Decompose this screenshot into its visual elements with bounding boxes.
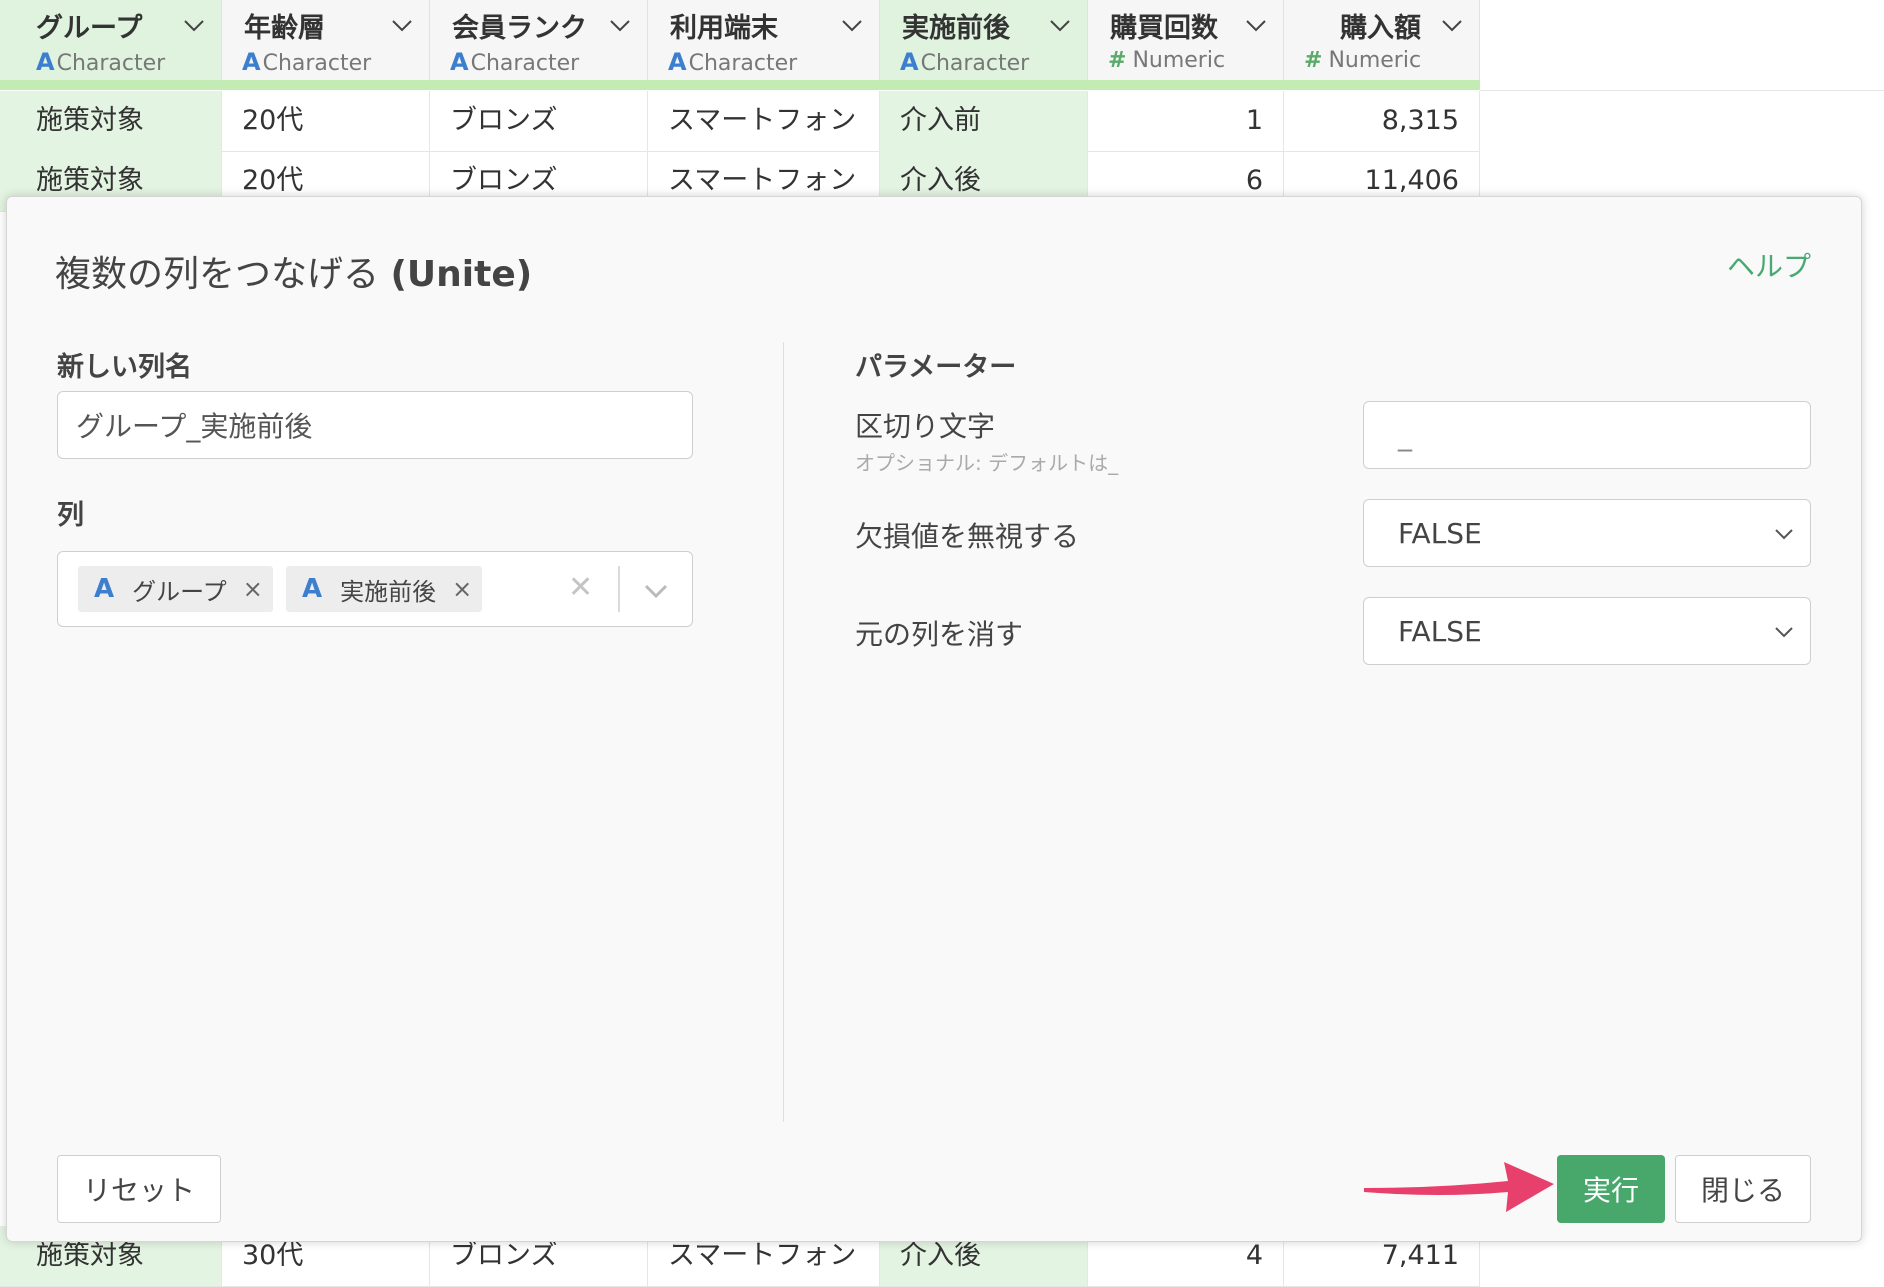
column-header-age[interactable]: 年齢層 ACharacter [222, 0, 430, 80]
column-header-group[interactable]: グループ ACharacter [0, 0, 222, 80]
chevron-down-icon[interactable] [389, 12, 415, 38]
select-value: FALSE [1398, 516, 1482, 550]
chevron-down-icon[interactable] [1047, 12, 1073, 38]
dialog-title: 複数の列をつなげる (Unite) [55, 245, 532, 297]
select-value: FALSE [1398, 614, 1482, 648]
character-type-icon: A [36, 48, 55, 76]
chevron-down-icon[interactable] [181, 12, 207, 38]
chevron-down-icon [1775, 529, 1793, 540]
separator-label: 区切り文字 [855, 410, 996, 443]
column-name: 実施前後 [902, 13, 1010, 44]
character-type-icon: A [900, 48, 919, 76]
tag-label: グループ [132, 577, 227, 606]
ignore-na-label: 欠損値を無視する [855, 520, 1080, 553]
table-cell[interactable]: 8,315 [1284, 91, 1480, 151]
table-cell[interactable]: ブロンズ [430, 91, 648, 151]
help-link[interactable]: ヘルプ [1727, 245, 1811, 285]
remove-tag-icon[interactable]: × [243, 575, 263, 603]
column-header-purchase-count[interactable]: 購買回数 # Numeric [1088, 0, 1284, 80]
character-type-icon: A [668, 48, 687, 76]
columns-multiselect[interactable]: A グループ × A 実施前後 × ✕ [57, 551, 693, 627]
table-cell[interactable]: 1 [1088, 91, 1284, 151]
parameters-heading: パラメーター [855, 352, 1017, 383]
grid-line [1480, 90, 1884, 91]
table-row[interactable]: 施策対象 20代 ブロンズ スマートフォン 介入前 1 8,315 [0, 91, 1480, 152]
column-header-before-after[interactable]: 実施前後 ACharacter [880, 0, 1088, 80]
table-cell[interactable]: 介入前 [880, 91, 1088, 151]
column-header-rank[interactable]: 会員ランク ACharacter [430, 0, 648, 80]
character-type-icon: A [302, 574, 323, 604]
chevron-down-icon[interactable] [607, 12, 633, 38]
column-type: Character [920, 51, 1030, 76]
separator-hint: オプショナル: デフォルトは_ [855, 451, 1119, 475]
separator-input[interactable]: _ [1363, 401, 1811, 469]
dialog-title-text: 複数の列をつなげる [55, 254, 380, 295]
column-type: Character [688, 51, 798, 76]
chevron-down-icon[interactable] [1243, 12, 1269, 38]
remove-tag-icon[interactable]: × [452, 575, 472, 603]
columns-label: 列 [57, 500, 84, 531]
column-name: 購買回数 [1110, 13, 1218, 44]
run-button[interactable]: 実行 [1557, 1155, 1665, 1223]
tag-label: 実施前後 [340, 577, 437, 606]
column-name: 購入額 [1340, 13, 1421, 44]
column-type: Character [470, 51, 580, 76]
remove-original-label: 元の列を消す [855, 618, 1024, 651]
reset-button[interactable]: リセット [57, 1155, 221, 1223]
new-column-name-input[interactable]: グループ_実施前後 [57, 391, 693, 459]
remove-original-select[interactable]: FALSE [1363, 597, 1811, 665]
column-type: Character [262, 51, 372, 76]
table-cell[interactable]: 施策対象 [0, 91, 222, 151]
table-cell[interactable]: 20代 [222, 91, 430, 151]
dialog-title-suffix: (Unite) [390, 254, 533, 295]
numeric-type-icon: # [1108, 48, 1127, 73]
numeric-type-icon: # [1304, 48, 1323, 73]
selected-column-tag: A 実施前後 × [286, 566, 483, 612]
chevron-down-icon[interactable] [839, 12, 865, 38]
clear-all-icon[interactable]: ✕ [568, 570, 593, 605]
column-type: Character [56, 51, 166, 76]
column-name: 年齢層 [244, 13, 325, 44]
new-column-name-label: 新しい列名 [57, 352, 192, 383]
table-cell[interactable]: スマートフォン [648, 91, 880, 151]
column-header-device[interactable]: 利用端末 ACharacter [648, 0, 880, 80]
character-type-icon: A [94, 574, 115, 604]
chevron-down-icon[interactable] [1439, 12, 1465, 38]
unite-dialog: 複数の列をつなげる (Unite) ヘルプ 新しい列名 グループ_実施前後 列 … [6, 196, 1862, 1242]
column-name: グループ [36, 13, 143, 44]
character-type-icon: A [242, 48, 261, 76]
close-button[interactable]: 閉じる [1675, 1155, 1811, 1223]
multiselect-separator [618, 566, 620, 612]
column-type: Numeric [1328, 48, 1422, 73]
selected-column-tag: A グループ × [78, 566, 273, 612]
column-type: Numeric [1132, 48, 1226, 73]
column-divider [783, 342, 784, 1122]
column-header-purchase-amount[interactable]: 購入額 # Numeric [1284, 0, 1480, 80]
character-type-icon: A [450, 48, 469, 76]
arrow-annotation-icon [1364, 1162, 1554, 1212]
column-name: 利用端末 [670, 13, 778, 44]
ignore-na-select[interactable]: FALSE [1363, 499, 1811, 567]
selected-columns-underline [0, 80, 1480, 90]
chevron-down-icon [1775, 627, 1793, 638]
chevron-down-icon[interactable] [642, 576, 670, 604]
column-name: 会員ランク [452, 13, 587, 44]
grid-header-row: グループ ACharacter 年齢層 ACharacter 会員ランク ACh… [0, 0, 1480, 80]
